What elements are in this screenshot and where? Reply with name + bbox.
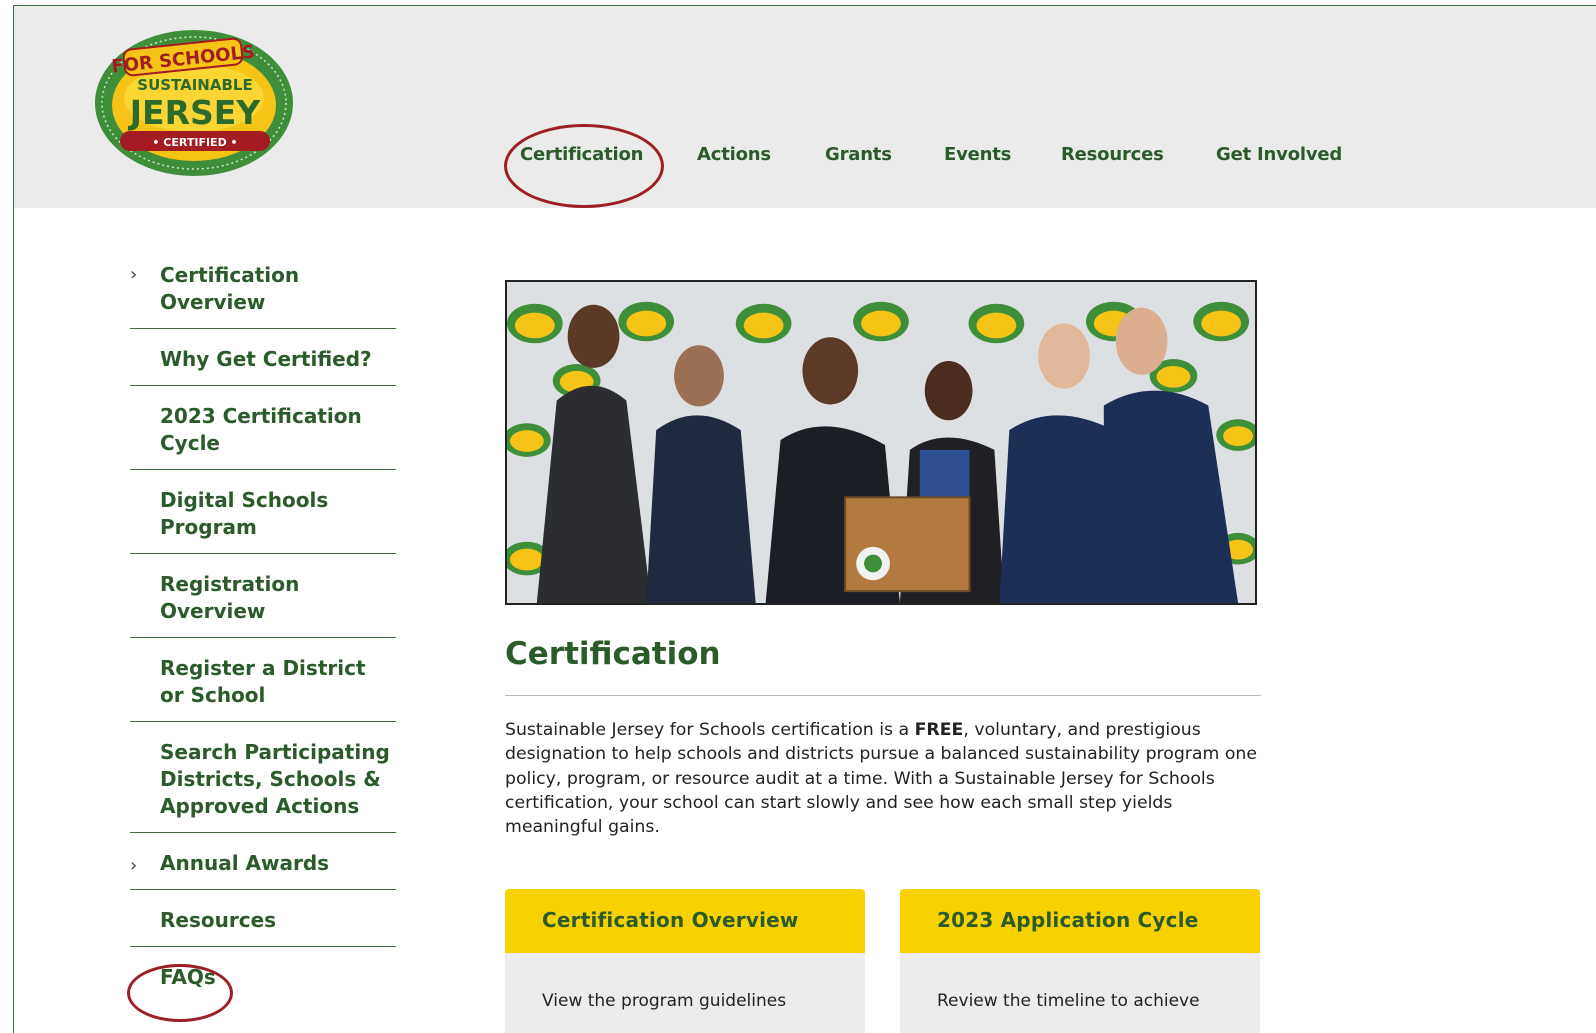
card-body: Review the timeline to achieve <box>937 991 1200 1011</box>
chevron-right-icon: › <box>130 855 138 876</box>
card-body: View the program guidelines <box>542 991 787 1011</box>
sidebar-nav: › Certification Overview Why Get Certifi… <box>130 259 400 1003</box>
sidebar-item-label: FAQs <box>160 965 216 989</box>
card-title[interactable]: Certification Overview <box>505 889 865 953</box>
svg-text:SUSTAINABLE: SUSTAINABLE <box>137 76 252 94</box>
sidebar-item-faqs[interactable]: FAQs <box>130 947 396 1003</box>
sidebar-item-register-district[interactable]: Register a District or School <box>130 638 396 722</box>
main-nav: Certification Actions Grants Events Reso… <box>14 144 1596 174</box>
intro-paragraph: Sustainable Jersey for Schools certifica… <box>505 718 1265 839</box>
sidebar-item-annual-awards[interactable]: › Annual Awards <box>130 833 396 890</box>
sidebar-item-why-get-certified[interactable]: Why Get Certified? <box>130 329 396 386</box>
nav-grants[interactable]: Grants <box>825 144 892 165</box>
chevron-right-icon: › <box>130 264 138 285</box>
intro-bold-text: FREE <box>914 720 964 740</box>
sidebar-item-search-participating[interactable]: Search Participating Districts, Schools … <box>130 722 396 833</box>
sidebar-item-certification-overview[interactable]: › Certification Overview <box>130 259 396 329</box>
nav-resources[interactable]: Resources <box>1061 144 1164 165</box>
sidebar-item-label: Search Participating Districts, Schools … <box>160 740 390 818</box>
sidebar-item-label: 2023 Certification Cycle <box>160 404 362 455</box>
svg-text:JERSEY: JERSEY <box>128 93 262 132</box>
site-header: FOR SCHOOLS SUSTAINABLE JERSEY • CERTIFI… <box>14 6 1596 208</box>
sidebar-item-registration-overview[interactable]: Registration Overview <box>130 554 396 638</box>
card-title[interactable]: 2023 Application Cycle <box>900 889 1260 953</box>
nav-actions[interactable]: Actions <box>697 144 771 165</box>
hero-image <box>505 280 1257 605</box>
sidebar-item-label: Annual Awards <box>160 851 330 875</box>
intro-text: Sustainable Jersey for Schools certifica… <box>505 720 915 740</box>
sidebar-item-label: Certification Overview <box>160 263 300 314</box>
card-application-cycle[interactable]: 2023 Application Cycle Review the timeli… <box>900 889 1260 1033</box>
sidebar-item-digital-schools[interactable]: Digital Schools Program <box>130 470 396 554</box>
page-title: Certification <box>505 636 721 672</box>
nav-certification[interactable]: Certification <box>520 144 643 165</box>
sidebar-item-label: Registration Overview <box>160 572 300 623</box>
card-certification-overview[interactable]: Certification Overview View the program … <box>505 889 865 1033</box>
nav-get-involved[interactable]: Get Involved <box>1216 144 1342 165</box>
sidebar-item-label: Digital Schools Program <box>160 488 329 539</box>
title-divider <box>505 695 1261 696</box>
nav-events[interactable]: Events <box>944 144 1011 165</box>
sidebar-item-label: Register a District or School <box>160 656 366 707</box>
sidebar-item-certification-cycle[interactable]: 2023 Certification Cycle <box>130 386 396 470</box>
sidebar-item-resources[interactable]: Resources <box>130 890 396 947</box>
sidebar-item-label: Why Get Certified? <box>160 347 372 371</box>
page-frame: FOR SCHOOLS SUSTAINABLE JERSEY • CERTIFI… <box>13 5 1596 1033</box>
sidebar-item-label: Resources <box>160 908 277 932</box>
